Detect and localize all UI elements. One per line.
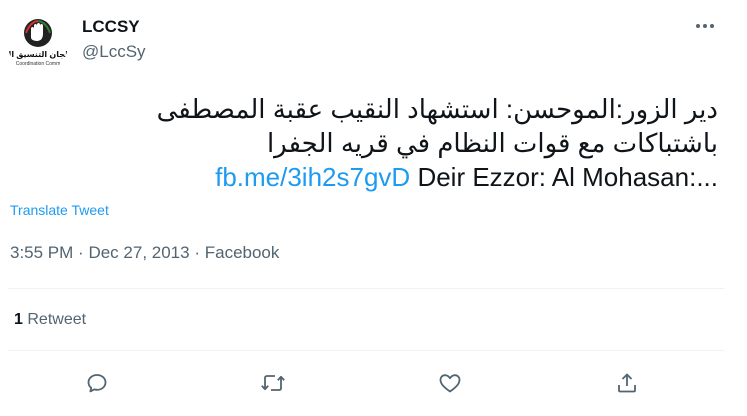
tweet-source[interactable]: Facebook [205, 243, 280, 262]
author-handle[interactable]: @LccSy [82, 42, 146, 62]
tweet-time[interactable]: 3:55 PM [10, 243, 73, 262]
avatar[interactable]: لجان التنسيق المحلية Coordination Comm [8, 14, 68, 74]
meta-separator: · [78, 243, 84, 262]
meta-separator: · [194, 243, 200, 262]
more-icon [696, 24, 714, 28]
reply-icon [87, 374, 107, 393]
retweet-count: 1 [14, 311, 23, 328]
tweet-text: دير الزور:الموحسن: استشهاد النقيب عقبة ا… [8, 92, 718, 194]
tweet-date[interactable]: Dec 27, 2013 [88, 243, 189, 262]
retweet-count-link[interactable]: 1 Retweet [14, 311, 86, 329]
more-options-button[interactable] [690, 14, 720, 38]
tweet-text-line-3: Deir Ezzor: Al Mohasan:... fb.me/3ih2s7g… [8, 160, 718, 194]
tweet-text-line-2: باشتباكات مع قوات النظام في قريه الجفرا [266, 128, 718, 158]
share-icon [618, 373, 636, 393]
tweet-text-line-1: دير الزور:الموحسن: استشهاد النقيب عقبة ا… [156, 94, 718, 124]
avatar-logo-subtext: Coordination Comm [15, 61, 61, 67]
retweet-icon [261, 375, 285, 391]
divider [8, 350, 724, 351]
share-button[interactable] [610, 366, 644, 400]
tweet-card: لجان التنسيق المحلية Coordination Comm L… [0, 0, 747, 416]
like-button[interactable] [433, 366, 467, 400]
divider [8, 288, 724, 289]
tweet-english-excerpt: Deir Ezzor: Al Mohasan:... [417, 162, 718, 192]
retweet-button[interactable] [256, 366, 290, 400]
avatar-logo-text: لجان التنسيق المحلية [8, 50, 68, 59]
like-icon [439, 374, 461, 393]
retweet-label: Retweet [27, 311, 87, 328]
translate-tweet-link[interactable]: Translate Tweet [10, 202, 109, 218]
reply-button[interactable] [80, 366, 114, 400]
tweet-link[interactable]: fb.me/3ih2s7gvD [215, 162, 410, 192]
tweet-meta: 3:55 PM · Dec 27, 2013 · Facebook [10, 243, 279, 263]
author-display-name[interactable]: LCCSY [82, 17, 140, 37]
